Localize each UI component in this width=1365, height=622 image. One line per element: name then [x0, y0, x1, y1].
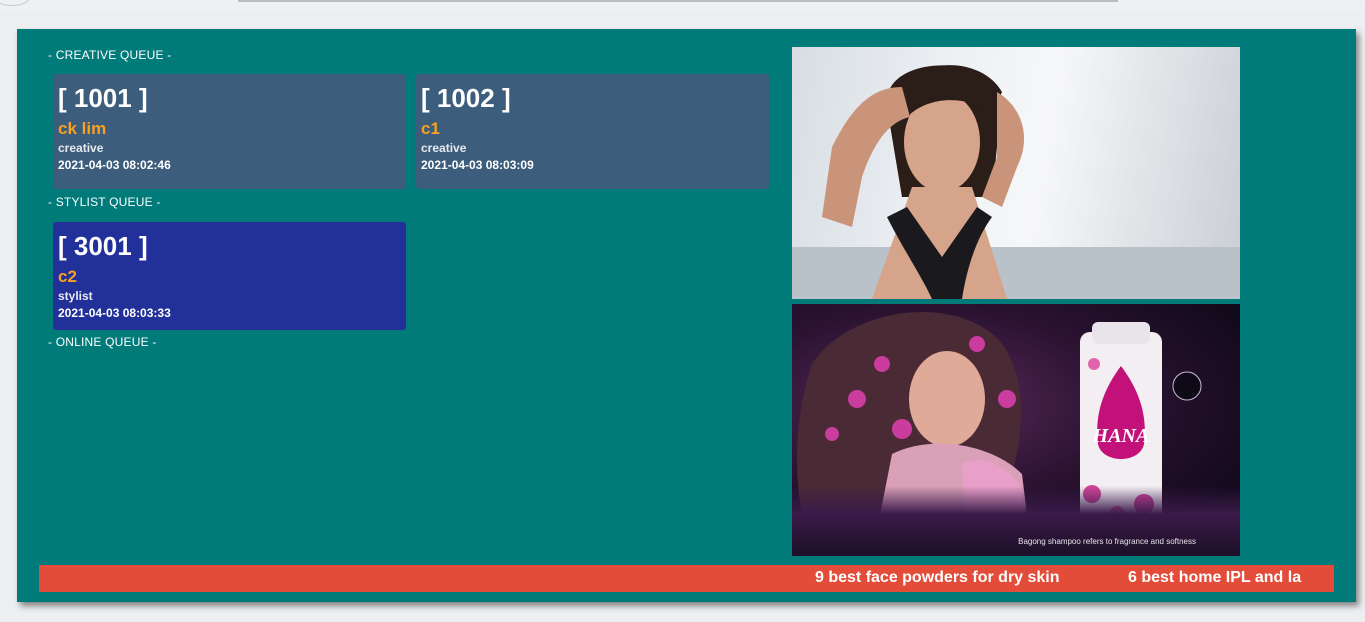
ad-caption: Bagong shampoo refers to fragrance and s…	[1018, 537, 1196, 546]
ticket-number: [ 1002 ]	[421, 83, 511, 113]
ticket-role: stylist	[58, 289, 93, 303]
browser-tab-edge	[238, 0, 1118, 2]
news-ticker: 9 best face powders for dry skin 6 best …	[39, 565, 1334, 592]
browser-top-edge	[0, 0, 1365, 10]
ticket-time: 2021-04-03 08:02:46	[58, 158, 171, 172]
ticket-role: creative	[421, 141, 467, 155]
brand-logo: HANA	[1092, 425, 1150, 447]
customer-name: c1	[421, 119, 440, 138]
model-photo-image	[792, 65, 1240, 299]
advertisement-image-1	[792, 47, 1240, 299]
customer-name: ck lim	[58, 119, 107, 138]
ticket-time: 2021-04-03 08:03:33	[58, 306, 171, 320]
queue-display-board: - CREATIVE QUEUE - [ 1001 ] ck lim creat…	[17, 29, 1356, 602]
ticket-time: 2021-04-03 08:03:09	[421, 158, 534, 172]
stylist-queue-title: - STYLIST QUEUE -	[48, 195, 161, 209]
ticket-card: [ 1002 ] c1 creative 2021-04-03 08:03:09	[416, 74, 769, 189]
ticket-number: [ 3001 ]	[58, 231, 148, 261]
ticker-item[interactable]: 6 best home IPL and la	[1128, 569, 1301, 587]
customer-name: c2	[58, 267, 77, 286]
online-queue-title: - ONLINE QUEUE -	[48, 335, 157, 349]
ticket-card: [ 3001 ] c2 stylist 2021-04-03 08:03:33	[53, 222, 406, 330]
ticker-item[interactable]: 9 best face powders for dry skin	[815, 569, 1060, 587]
browser-icon-edge	[0, 0, 30, 6]
ticket-role: creative	[58, 141, 104, 155]
creative-queue-title: - CREATIVE QUEUE -	[48, 48, 172, 62]
ticket-card: [ 1001 ] ck lim creative 2021-04-03 08:0…	[53, 74, 406, 189]
advertisement-image-2: HANA Bagong shampoo refers to fragrance …	[792, 304, 1240, 556]
ticket-number: [ 1001 ]	[58, 83, 148, 113]
